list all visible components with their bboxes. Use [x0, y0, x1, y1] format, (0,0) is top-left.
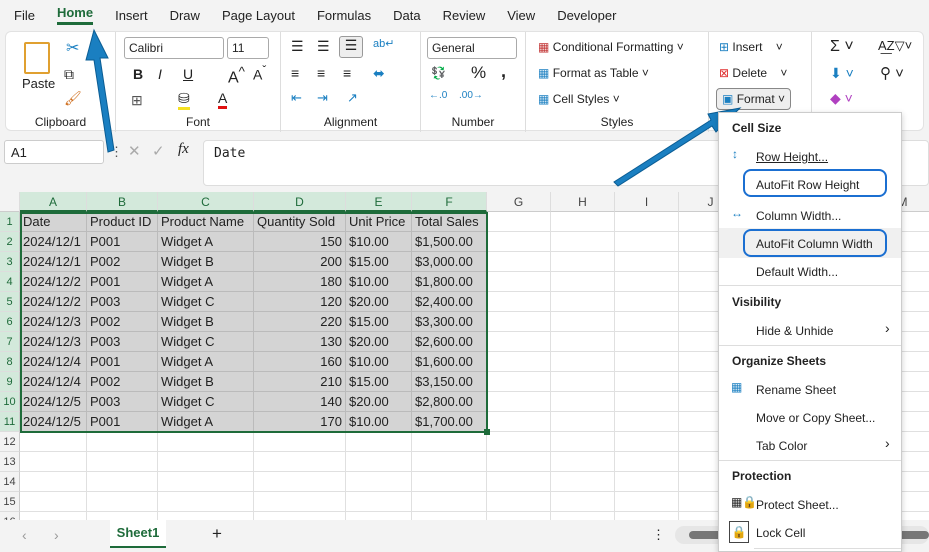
protect-sheet-item[interactable]: Protect Sheet...: [756, 498, 839, 512]
rename-sheet-icon: ▦: [731, 380, 743, 394]
submenu-chevron-icon: ›: [885, 435, 890, 451]
row-height-item[interactable]: Row Height...: [756, 150, 828, 164]
visibility-heading: Visibility: [732, 295, 782, 309]
protect-sheet-icon: ▦🔒: [731, 495, 758, 509]
row-height-icon: ↕: [732, 147, 738, 161]
lock-cell-icon: 🔒: [729, 521, 749, 543]
format-dropdown-menu: Cell Size ↕ Row Height... AutoFit Row He…: [718, 112, 902, 552]
column-width-item[interactable]: Column Width...: [756, 209, 841, 223]
organize-sheets-heading: Organize Sheets: [732, 354, 827, 368]
autofit-column-width-item[interactable]: AutoFit Column Width: [756, 237, 873, 251]
cell-size-heading: Cell Size: [732, 121, 782, 135]
hide-unhide-item[interactable]: Hide & Unhide: [756, 324, 833, 338]
autofit-row-height-item[interactable]: AutoFit Row Height: [756, 178, 859, 192]
lock-cell-item[interactable]: Lock Cell: [756, 526, 805, 540]
arrow-to-home-tab: [85, 28, 115, 153]
rename-sheet-item[interactable]: Rename Sheet: [756, 383, 836, 397]
submenu-chevron-icon: ›: [885, 320, 890, 336]
protection-heading: Protection: [732, 469, 792, 483]
move-copy-sheet-item[interactable]: Move or Copy Sheet...: [756, 411, 875, 425]
default-width-item[interactable]: Default Width...: [756, 265, 838, 279]
column-width-icon: ↔: [731, 206, 743, 220]
tab-color-item[interactable]: Tab Color: [756, 439, 807, 453]
